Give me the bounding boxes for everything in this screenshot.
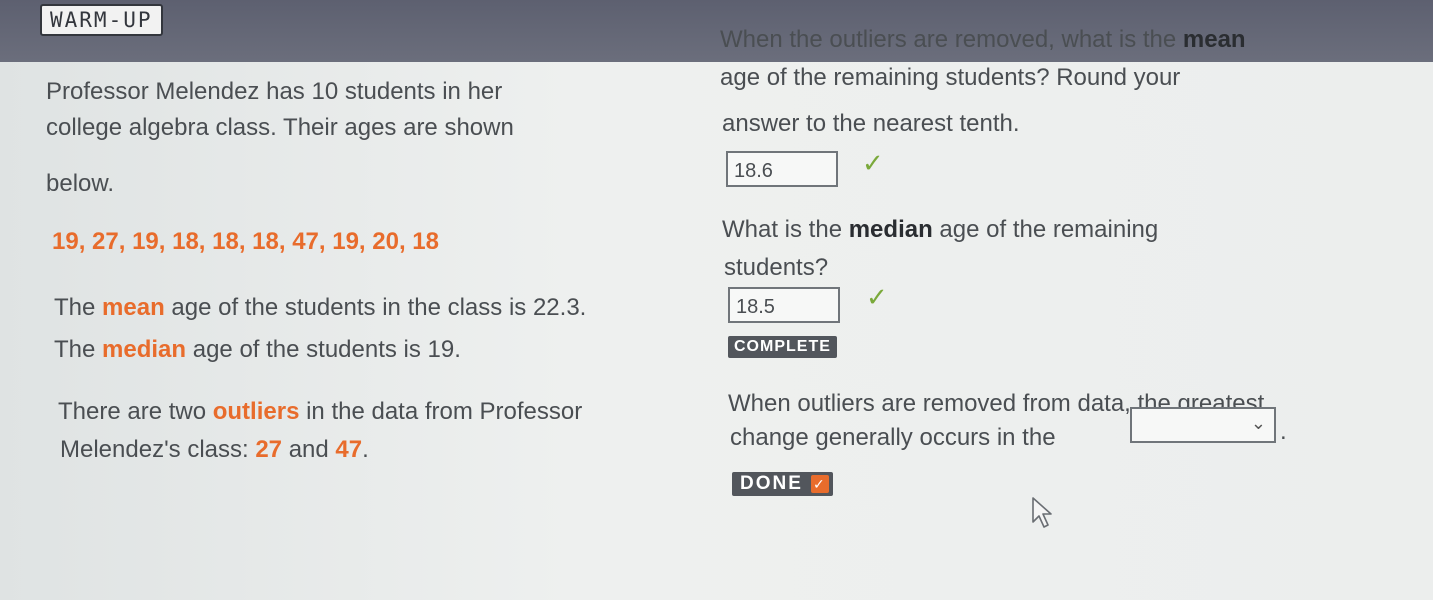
median-statement: The median age of the students is 19. xyxy=(54,332,461,368)
mean-post: age of the students in the class is 22.3… xyxy=(164,294,587,321)
q2-post: age of the remaining xyxy=(932,216,1159,243)
complete-button[interactable]: COMPLETE xyxy=(728,336,837,358)
q2-line-2: students? xyxy=(724,254,829,281)
q1-line1-pre: When the outliers are removed, what is t… xyxy=(720,26,1183,53)
outliers-line2-pre: Melendez's class: xyxy=(60,436,256,463)
outliers-statement-line-1: There are two outliers in the data from … xyxy=(58,394,582,430)
median-post: age of the students is 19. xyxy=(186,336,461,363)
outlier-value-2: 47 xyxy=(335,436,363,463)
q2-line-1: What is the median age of the remaining xyxy=(722,212,1158,248)
q2-pre: What is the xyxy=(722,216,849,243)
median-keyword: median xyxy=(102,336,187,363)
outliers-post: in the data from Professor xyxy=(299,398,583,425)
median-pre: The xyxy=(54,336,103,363)
q1-line-3: answer to the nearest tenth. xyxy=(722,110,1020,137)
intro-line-2: college algebra class. Their ages are sh… xyxy=(46,114,514,141)
mean-statement: The mean age of the students in the clas… xyxy=(54,290,586,326)
done-button[interactable]: DONE ✓ xyxy=(732,472,833,496)
q1-keyword: mean xyxy=(1182,26,1246,53)
warmup-tag: WARM-UP xyxy=(40,4,163,36)
mean-keyword: mean xyxy=(102,294,165,321)
outlier-value-1: 27 xyxy=(255,436,283,463)
chevron-down-icon: ⌄ xyxy=(1250,413,1266,433)
q3-dropdown[interactable]: ⌄ xyxy=(1130,407,1276,443)
ages-list: 19, 27, 19, 18, 18, 18, 47, 19, 20, 18 xyxy=(52,228,439,255)
q1-check-icon: ✓ xyxy=(862,148,884,178)
done-check-icon: ✓ xyxy=(810,475,829,493)
outliers-pre: There are two xyxy=(58,398,213,425)
q2-check-icon: ✓ xyxy=(866,282,888,312)
outliers-statement-line-2: Melendez's class: 27 and 47. xyxy=(60,432,369,468)
mean-pre: The xyxy=(54,294,103,321)
q1-answer-field[interactable]: 18.6 xyxy=(726,151,838,187)
intro-line-3: below. xyxy=(46,170,115,197)
intro-line-1: Professor Melendez has 10 students in he… xyxy=(46,78,503,105)
q1-line-2: age of the remaining students? Round you… xyxy=(720,64,1181,91)
outliers-and: and xyxy=(282,436,336,463)
mouse-cursor-icon xyxy=(1032,497,1052,528)
outliers-keyword: outliers xyxy=(212,398,300,425)
q2-answer-field[interactable]: 18.5 xyxy=(728,287,840,323)
outliers-end: . xyxy=(362,436,369,463)
q2-keyword: median xyxy=(848,216,933,243)
done-label: DONE xyxy=(740,473,803,494)
q3-end: . xyxy=(1280,418,1287,445)
q3-line-2: change generally occurs in the xyxy=(730,424,1056,451)
q1-line-1: When the outliers are removed, what is t… xyxy=(720,22,1246,58)
